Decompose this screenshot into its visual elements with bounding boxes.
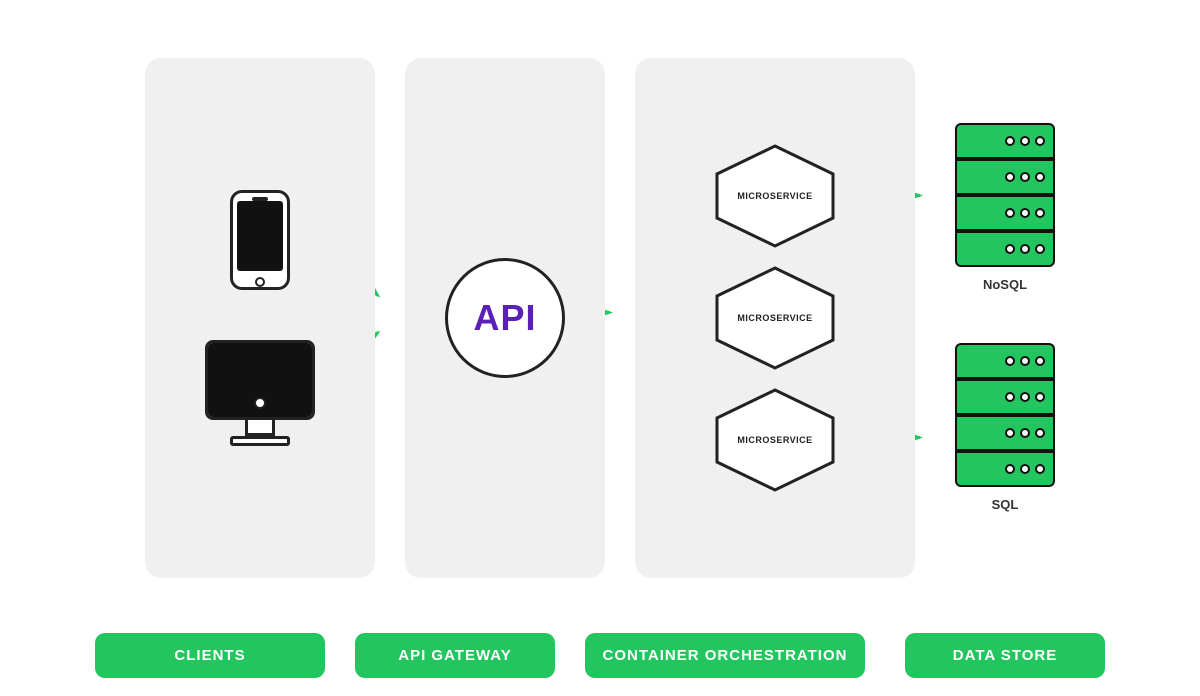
desktop-stand <box>245 420 275 436</box>
dot <box>1020 172 1030 182</box>
api-gateway-label-text: API GATEWAY <box>398 647 512 664</box>
microservice-top: MICROSERVICE <box>715 144 835 248</box>
data-store-label-btn: DATA STORE <box>905 633 1105 678</box>
nosql-db-stack <box>955 123 1055 267</box>
clients-label-text: CLIENTS <box>174 647 245 664</box>
nosql-row-1 <box>955 123 1055 159</box>
mobile-speaker <box>252 197 268 201</box>
mobile-icon <box>230 190 290 290</box>
clients-panel <box>145 58 375 578</box>
dot <box>1020 392 1030 402</box>
sql-db-group: SQL <box>955 343 1055 512</box>
desktop-monitor <box>205 340 315 420</box>
dot <box>1035 244 1045 254</box>
orchestration-label-btn: CONTAINER ORCHESTRATION <box>585 633 865 678</box>
dot <box>1020 356 1030 366</box>
labels-area: CLIENTS API GATEWAY CONTAINER ORCHESTRAT… <box>20 633 1180 678</box>
mobile-home-button <box>255 277 265 287</box>
orchestration-label-text: CONTAINER ORCHESTRATION <box>603 647 848 664</box>
sql-row-2 <box>955 379 1055 415</box>
dot <box>1005 464 1015 474</box>
sql-row-4 <box>955 451 1055 487</box>
diagram-wrapper: API MICROSERVICE MICROSERVICE <box>20 18 1180 678</box>
nosql-label: NoSQL <box>983 277 1027 292</box>
microservice-top-label: MICROSERVICE <box>737 191 812 201</box>
dot <box>1035 172 1045 182</box>
data-store-label-text: DATA STORE <box>953 647 1057 664</box>
mobile-device-group <box>230 190 290 290</box>
clients-label-btn: CLIENTS <box>95 633 325 678</box>
nosql-row-4 <box>955 231 1055 267</box>
microservice-bottom: MICROSERVICE <box>715 388 835 492</box>
dot <box>1020 244 1030 254</box>
dot <box>1005 172 1015 182</box>
sql-row-3 <box>955 415 1055 451</box>
nosql-row-2 <box>955 159 1055 195</box>
dot <box>1035 392 1045 402</box>
dot <box>1020 428 1030 438</box>
nosql-row-3 <box>955 195 1055 231</box>
orchestration-panel: MICROSERVICE MICROSERVICE MICROSERVICE <box>635 58 915 578</box>
nosql-db-group: NoSQL <box>955 123 1055 292</box>
dot <box>1020 464 1030 474</box>
microservices-container: MICROSERVICE MICROSERVICE MICROSERVICE <box>715 144 835 492</box>
dot <box>1005 244 1015 254</box>
dot <box>1035 464 1045 474</box>
data-stores-column: NoSQL <box>955 58 1055 578</box>
dot <box>1020 136 1030 146</box>
dot <box>1005 208 1015 218</box>
dot <box>1005 392 1015 402</box>
microservice-middle-label: MICROSERVICE <box>737 313 812 323</box>
desktop-button <box>254 397 266 409</box>
api-label: API <box>473 297 536 339</box>
mobile-screen <box>237 201 283 271</box>
microservice-bottom-label: MICROSERVICE <box>737 435 812 445</box>
api-circle: API <box>445 258 565 378</box>
dot <box>1035 208 1045 218</box>
api-gateway-label-btn: API GATEWAY <box>355 633 555 678</box>
microservice-middle: MICROSERVICE <box>715 266 835 370</box>
desktop-icon <box>205 340 315 446</box>
dot <box>1005 428 1015 438</box>
dot <box>1035 136 1045 146</box>
dot <box>1020 208 1030 218</box>
desktop-base <box>230 436 290 446</box>
sql-db-stack <box>955 343 1055 487</box>
dot <box>1005 136 1015 146</box>
api-gateway-panel: API <box>405 58 605 578</box>
dot <box>1005 356 1015 366</box>
dot <box>1035 356 1045 366</box>
sql-row-1 <box>955 343 1055 379</box>
columns-area: API MICROSERVICE MICROSERVICE <box>20 18 1180 617</box>
dot <box>1035 428 1045 438</box>
sql-label: SQL <box>992 497 1019 512</box>
